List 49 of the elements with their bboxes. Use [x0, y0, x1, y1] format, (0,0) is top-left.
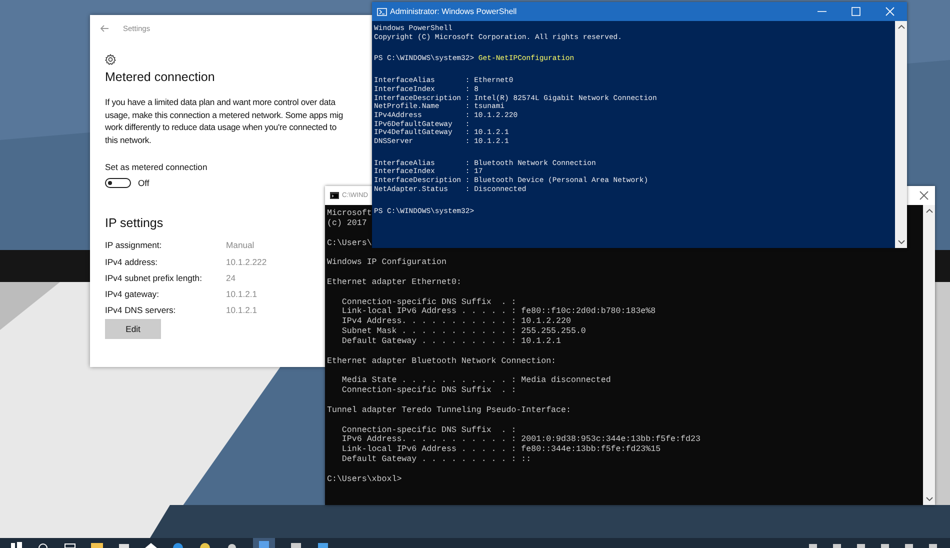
- scrollbar[interactable]: [895, 21, 907, 248]
- page-heading: Metered connection: [105, 70, 215, 84]
- console-line: Link-local IPv6 Address . . . . . : fe80::f10c:2d0d:b780:183e%8: [340, 307, 656, 317]
- toggle-switch[interactable]: [105, 178, 131, 188]
- scrollbar[interactable]: [923, 205, 935, 505]
- console-line: Tunnel adapter Teredo Tunneling Pseudo-Interface:: [327, 406, 571, 416]
- task-view-icon[interactable]: [64, 541, 76, 548]
- setting-value: 10.1.2.222: [226, 256, 267, 268]
- console-line: Ethernet adapter Bluetooth Network Connection:: [327, 356, 556, 366]
- console-line: Default Gateway . . . . . . . . . : ::: [340, 455, 532, 465]
- toggle-label: Set as metered connection: [105, 162, 208, 172]
- console-line: C:\Users\xboxl>: [327, 474, 402, 485]
- scroll-down-icon[interactable]: [926, 497, 932, 502]
- console-line: C:\Users\: [327, 238, 372, 248]
- setting-value: Manual: [226, 239, 254, 252]
- console-line: Ethernet adapter Ethernet0:: [327, 278, 462, 288]
- description-text: If you have a limited data plan and want more control over data usage, make this connection a metered network. Some apps mig work differently to reduce data usage when you're connected to this network.: [105, 96, 343, 146]
- setting-label: IPv4 subnet prefix length:: [105, 272, 202, 284]
- console-line: Windows IP Configuration: [327, 258, 446, 268]
- console-line: Media State . . . . . . . . . . . : Media disconnected: [340, 376, 611, 386]
- section-heading: IP settings: [105, 216, 164, 230]
- search-icon[interactable]: [37, 541, 49, 548]
- console-line: IPv6 Address. . . . . . . . . . . : 2001:0:9d38:953c:344e:13bb:f5fe:fd23: [340, 435, 700, 445]
- back-arrow-icon[interactable]: [100, 24, 109, 32]
- console-line: Link-local IPv6 Address . . . . . : fe80::344e:13bb:f5fe:fd23%15: [340, 445, 661, 455]
- setting-label: IPv4 DNS servers:: [105, 304, 176, 316]
- console-line: Subnet Mask . . . . . . . . . . . : 255.255.255.0: [340, 327, 586, 337]
- console-line: Connection-specific DNS Suffix . :: [340, 426, 516, 435]
- scroll-up-icon[interactable]: [898, 24, 904, 29]
- powershell-icon: [377, 8, 387, 16]
- toggle-state: Off: [138, 178, 150, 188]
- scroll-down-icon[interactable]: [898, 240, 904, 245]
- start-icon[interactable]: [10, 541, 22, 548]
- scroll-up-icon[interactable]: [926, 208, 932, 213]
- console-line: Connection-specific DNS Suffix . :: [340, 386, 516, 396]
- setting-label: IP assignment:: [105, 239, 162, 252]
- edit-button[interactable]: Edit: [105, 319, 161, 340]
- console-line: Microsoft: [327, 209, 372, 219]
- setting-value: 10.1.2.1: [226, 288, 258, 300]
- setting-value: 24: [226, 272, 236, 284]
- setting-value: 10.1.2.1: [226, 304, 258, 316]
- console-line: (c) 2017: [327, 218, 367, 229]
- folder-icon[interactable]: [91, 541, 103, 548]
- setting-label: IPv4 address:: [105, 256, 158, 268]
- console-line: Default Gateway . . . . . . . . . : 10.1.2.1: [340, 336, 562, 347]
- console-line: Connection-specific DNS Suffix . :: [340, 298, 516, 307]
- setting-label: IPv4 gateway:: [105, 288, 159, 300]
- window-title: Administrator: Windows PowerShell: [390, 7, 517, 16]
- console-line: IPv4 Address. . . . . . . . . . . : 10.1.2.220: [340, 317, 571, 327]
